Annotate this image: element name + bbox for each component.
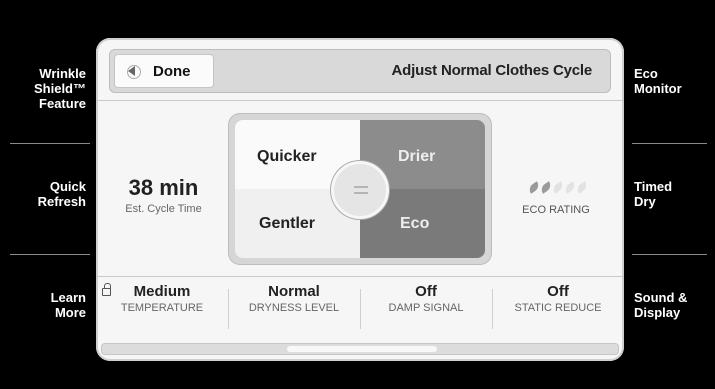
gentler-label: Gentler bbox=[259, 215, 316, 232]
main-panel: Done Adjust Normal Clothes Cycle 38 min … bbox=[96, 38, 624, 361]
eco-monitor-label: Eco Monitor bbox=[634, 66, 682, 96]
leaf-icon bbox=[539, 181, 553, 194]
wrinkle-shield-label: Wrinkle Shield™ Feature bbox=[33, 66, 86, 111]
timed-dry-label: Timed Dry bbox=[634, 179, 673, 209]
left-divider-2 bbox=[10, 254, 90, 255]
static-reduce-label: STATIC REDUCE bbox=[514, 302, 602, 314]
leaf-icon bbox=[527, 181, 541, 194]
header-bar: Done Adjust Normal Clothes Cycle bbox=[109, 49, 611, 93]
static-reduce-setting[interactable]: Off STATIC REDUCE bbox=[492, 283, 624, 314]
cycle-adjust-selector[interactable]: Quicker Drier Gentler Eco bbox=[228, 113, 492, 265]
back-arrow-icon bbox=[127, 64, 141, 79]
cycle-time-value: 38 min bbox=[128, 175, 199, 200]
quadrant-grid: Quicker Drier Gentler Eco bbox=[235, 120, 485, 258]
sound-display-label: Sound & Display bbox=[634, 290, 688, 320]
quick-refresh-label: Quick Refresh bbox=[37, 179, 86, 209]
wrinkle-shield-button[interactable]: Wrinkle Shield™ Feature bbox=[6, 66, 86, 111]
scrollbar-thumb[interactable] bbox=[287, 346, 437, 352]
temperature-value: Medium bbox=[133, 283, 191, 300]
eco-rating: ECO RATING bbox=[496, 178, 616, 216]
cycle-time-display: 38 min Est. Cycle Time bbox=[106, 175, 221, 215]
leaf-icon bbox=[551, 181, 565, 194]
selector-knob-icon[interactable] bbox=[331, 161, 389, 219]
dryness-setting[interactable]: Normal DRYNESS LEVEL bbox=[228, 283, 360, 314]
drier-label: Drier bbox=[398, 148, 436, 165]
settings-row: Medium TEMPERATURE Normal DRYNESS LEVEL … bbox=[96, 283, 624, 333]
leaf-icon bbox=[563, 181, 577, 194]
dryness-value: Normal bbox=[268, 283, 320, 300]
learn-more-label: Learn More bbox=[50, 290, 86, 320]
temperature-label: TEMPERATURE bbox=[120, 302, 204, 314]
leaf-icon bbox=[575, 181, 589, 194]
temperature-setting[interactable]: Medium TEMPERATURE bbox=[96, 283, 228, 314]
damp-signal-value: Off bbox=[415, 283, 437, 300]
quicker-label: Quicker bbox=[257, 148, 317, 165]
done-label: Done bbox=[153, 62, 191, 80]
page-title: Adjust Normal Clothes Cycle bbox=[391, 62, 593, 79]
sound-display-button[interactable]: Sound & Display bbox=[634, 290, 709, 320]
cycle-time-label: Est. Cycle Time bbox=[125, 203, 202, 215]
lock-icon bbox=[102, 283, 111, 296]
header-divider bbox=[96, 100, 624, 101]
damp-signal-label: DAMP SIGNAL bbox=[388, 302, 464, 314]
quick-refresh-button[interactable]: Quick Refresh bbox=[6, 179, 86, 209]
eco-leaves bbox=[526, 178, 589, 198]
done-button[interactable]: Done bbox=[114, 54, 214, 88]
static-reduce-value: Off bbox=[547, 283, 569, 300]
dryness-label: DRYNESS LEVEL bbox=[248, 302, 340, 314]
eco-rating-label: ECO RATING bbox=[522, 204, 590, 216]
scrollbar[interactable] bbox=[101, 343, 619, 355]
settings-divider bbox=[96, 276, 624, 277]
eco-label: Eco bbox=[400, 215, 430, 232]
right-divider-1 bbox=[632, 143, 707, 144]
learn-more-button[interactable]: Learn More bbox=[6, 290, 86, 320]
right-divider-2 bbox=[632, 254, 707, 255]
damp-signal-setting[interactable]: Off DAMP SIGNAL bbox=[360, 283, 492, 314]
timed-dry-button[interactable]: Timed Dry bbox=[634, 179, 709, 209]
left-divider-1 bbox=[10, 143, 90, 144]
eco-monitor-button[interactable]: Eco Monitor bbox=[634, 66, 709, 96]
